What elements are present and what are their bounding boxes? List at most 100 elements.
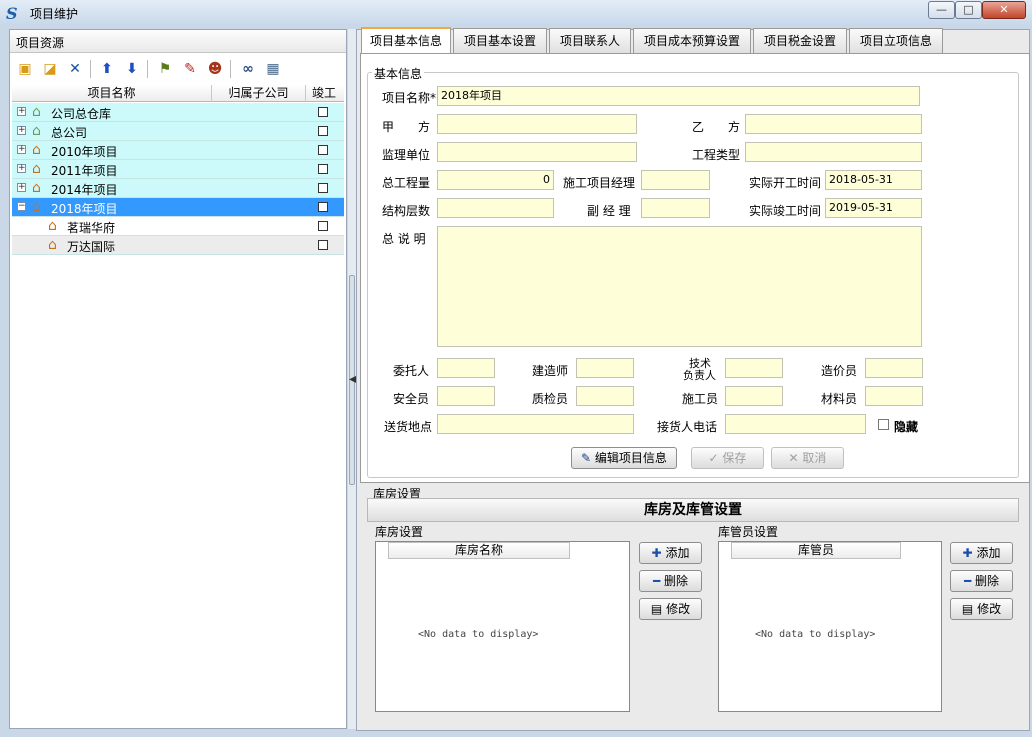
- completed-checkbox[interactable]: [318, 107, 328, 117]
- warehouse-grid[interactable]: 库房名称 <No data to display>: [375, 541, 630, 712]
- expand-toggle-icon[interactable]: −: [17, 202, 26, 211]
- tag-multi-icon[interactable]: ✎: [180, 59, 200, 79]
- tree-row-label: 2010年项目: [51, 145, 118, 159]
- completed-checkbox[interactable]: [318, 202, 328, 212]
- project-type-select[interactable]: [745, 142, 922, 162]
- completed-checkbox[interactable]: [318, 164, 328, 174]
- completed-checkbox[interactable]: [318, 183, 328, 193]
- col-keeper[interactable]: 库管员: [731, 542, 901, 559]
- binoculars-icon[interactable]: ∞: [238, 59, 258, 79]
- deputy-input[interactable]: [641, 198, 710, 218]
- tree-row[interactable]: + ⌂ 公司总仓库: [12, 103, 344, 122]
- users-icon[interactable]: ☻: [205, 59, 225, 79]
- expand-toggle-icon[interactable]: +: [17, 164, 26, 173]
- keeper-delete-button[interactable]: ━ 删除: [950, 570, 1013, 592]
- project-name-label: 项目名称*: [382, 91, 437, 105]
- tab-tax[interactable]: 项目税金设置: [753, 28, 847, 53]
- arrow-down-icon[interactable]: ⬇: [122, 59, 142, 79]
- tab-contacts[interactable]: 项目联系人: [549, 28, 631, 53]
- architect-input[interactable]: [576, 358, 634, 378]
- window-title: 项目维护: [30, 7, 79, 21]
- warehouse-edit-button[interactable]: ▤ 修改: [639, 598, 702, 620]
- project-name-input[interactable]: 2018年项目: [437, 86, 920, 106]
- cancel-button[interactable]: ✕ 取消: [771, 447, 844, 469]
- description-textarea[interactable]: [437, 226, 922, 347]
- completed-checkbox[interactable]: [318, 126, 328, 136]
- col-warehouse-name[interactable]: 库房名称: [388, 542, 570, 559]
- end-date-input[interactable]: 2019-05-31: [825, 198, 922, 218]
- hide-label: 隐藏: [894, 420, 919, 434]
- builder-input[interactable]: [725, 386, 783, 406]
- minus-icon: ━: [963, 574, 972, 588]
- material-input[interactable]: [865, 386, 923, 406]
- tree-row-label: 2014年项目: [51, 183, 118, 197]
- save-button[interactable]: ✓ 保存: [691, 447, 764, 469]
- warehouse-banner: 库房及库管设置: [367, 498, 1019, 522]
- warehouse-subtitle: 库房设置: [375, 525, 424, 539]
- col-subsidiary[interactable]: 归属子公司: [212, 85, 306, 102]
- total-qty-label: 总工程量: [382, 176, 431, 190]
- tab-budget[interactable]: 项目成本预算设置: [633, 28, 751, 53]
- house-icon: ⌂: [32, 123, 41, 139]
- folder-open-icon[interactable]: ▣: [15, 59, 35, 79]
- tree-row[interactable]: ⌂ 万达国际: [12, 236, 344, 255]
- keeper-add-button[interactable]: ✚ 添加: [950, 542, 1013, 564]
- cost-input[interactable]: [865, 358, 923, 378]
- edit-project-button[interactable]: ✎ 编辑项目信息: [571, 447, 677, 469]
- warehouse-delete-button[interactable]: ━ 删除: [639, 570, 702, 592]
- receiver-phone-input[interactable]: [725, 414, 866, 434]
- description-label: 总 说 明: [382, 232, 426, 246]
- floors-input[interactable]: [437, 198, 554, 218]
- expand-toggle-icon[interactable]: +: [17, 107, 26, 116]
- completed-checkbox[interactable]: [318, 221, 328, 231]
- tab-basic-info[interactable]: 项目基本信息: [361, 27, 451, 54]
- completed-checkbox[interactable]: [318, 240, 328, 250]
- tree-row[interactable]: + ⌂ 2014年项目: [12, 179, 344, 198]
- tab-approval[interactable]: 项目立项信息: [849, 28, 943, 53]
- arrow-up-icon[interactable]: ⬆: [97, 59, 117, 79]
- expand-toggle-icon[interactable]: +: [17, 183, 26, 192]
- supervisor-input[interactable]: [437, 142, 637, 162]
- tree-row[interactable]: + ⌂ 2010年项目: [12, 141, 344, 160]
- completed-checkbox[interactable]: [318, 145, 328, 155]
- start-date-label: 实际开工时间: [749, 176, 822, 190]
- tree-row[interactable]: + ⌂ 2011年项目: [12, 160, 344, 179]
- plus-icon: ✚: [651, 546, 662, 560]
- app-logo-icon: S: [6, 4, 18, 23]
- no-data-text: <No data to display>: [418, 629, 539, 640]
- grid-icon[interactable]: ▦: [263, 59, 283, 79]
- expand-toggle-icon[interactable]: +: [17, 126, 26, 135]
- tree-row[interactable]: + ⌂ 总公司: [12, 122, 344, 141]
- qc-input[interactable]: [576, 386, 634, 406]
- keeper-edit-button[interactable]: ▤ 修改: [950, 598, 1013, 620]
- tech-lead-input[interactable]: [725, 358, 783, 378]
- delete-icon[interactable]: ✕: [65, 59, 85, 79]
- maximize-button[interactable]: □: [955, 1, 982, 19]
- col-project-name[interactable]: 项目名称: [12, 85, 212, 102]
- pm-input[interactable]: [641, 170, 710, 190]
- client-input[interactable]: [437, 358, 495, 378]
- builder-label: 施工员: [682, 392, 719, 406]
- col-completed[interactable]: 竣工: [306, 85, 342, 102]
- party-b-input[interactable]: [745, 114, 922, 134]
- tab-basic-settings[interactable]: 项目基本设置: [453, 28, 547, 53]
- close-button[interactable]: ✕: [982, 1, 1026, 19]
- tree-row[interactable]: − ⌂ 2018年项目: [12, 198, 344, 217]
- party-a-input[interactable]: [437, 114, 637, 134]
- expand-toggle-icon[interactable]: +: [17, 145, 26, 154]
- house-icon: ⌂: [48, 237, 57, 253]
- safety-input[interactable]: [437, 386, 495, 406]
- hide-checkbox[interactable]: [878, 419, 889, 430]
- edit-pen-icon: ✎: [581, 451, 595, 465]
- start-date-input[interactable]: 2018-05-31: [825, 170, 922, 190]
- tree-row[interactable]: ⌂ 茗瑞华府: [12, 217, 344, 236]
- delivery-input[interactable]: [437, 414, 634, 434]
- house-icon: ⌂: [32, 180, 41, 196]
- folder-edit-icon[interactable]: ◪: [40, 59, 60, 79]
- warehouse-add-button[interactable]: ✚ 添加: [639, 542, 702, 564]
- total-qty-input[interactable]: 0: [437, 170, 554, 190]
- tag-icon[interactable]: ⚑: [155, 59, 175, 79]
- keeper-grid[interactable]: 库管员 <No data to display>: [718, 541, 942, 712]
- minimize-button[interactable]: —: [928, 1, 955, 19]
- tech-lead-label-2: 负责人: [683, 369, 716, 382]
